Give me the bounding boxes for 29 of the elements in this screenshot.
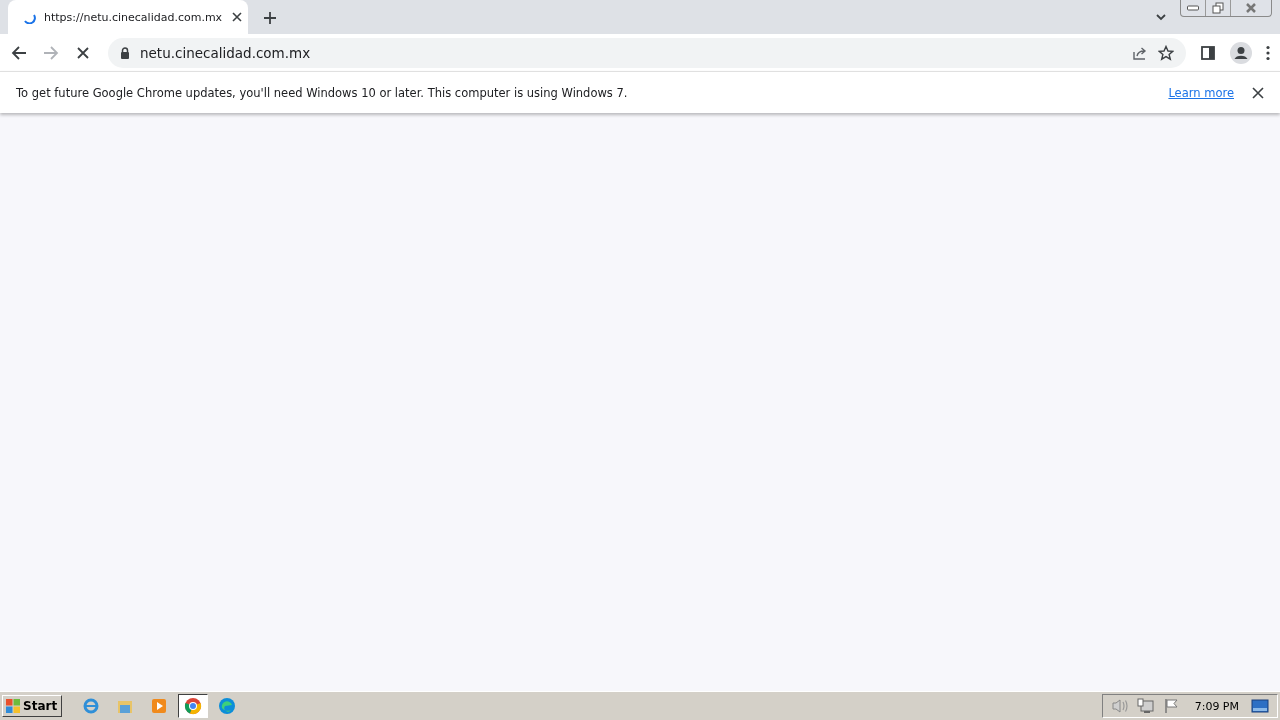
lock-icon [120, 46, 130, 59]
windows-logo-icon [5, 698, 21, 714]
flag-icon[interactable] [1162, 698, 1179, 714]
start-button[interactable]: Start [2, 695, 63, 717]
minimize-icon [1187, 5, 1199, 11]
menu-icon[interactable] [1266, 44, 1270, 61]
close-icon[interactable] [230, 10, 245, 24]
network-icon[interactable] [1136, 698, 1155, 714]
taskbar-app-button[interactable] [178, 694, 209, 718]
infobar-message: To get future Google Chrome updates, you'll need Windows 10 or later. This computer is using Windows 7. [16, 85, 629, 100]
star-icon[interactable] [1158, 44, 1174, 61]
address-bar[interactable]: netu.cinecalidad.com.mx [108, 37, 1186, 68]
edge-icon[interactable] [218, 697, 237, 715]
restore-icon [1212, 2, 1224, 14]
tab-title: https://netu.cinecalidad.com.mx [44, 10, 223, 24]
browser-tab[interactable]: https://netu.cinecalidad.com.mx [8, 0, 248, 34]
clock[interactable]: 7:09 PM [1194, 699, 1239, 713]
new-tab-icon[interactable] [262, 10, 278, 26]
profile-avatar-icon[interactable] [1230, 41, 1252, 64]
forward-arrow-icon[interactable] [42, 43, 60, 62]
ie-icon[interactable] [82, 697, 101, 715]
desktop-icon[interactable] [1251, 699, 1269, 713]
learn-more-link[interactable]: Learn more [1168, 85, 1234, 100]
close-icon [1245, 2, 1257, 14]
back-arrow-icon[interactable] [10, 43, 28, 62]
close-icon[interactable] [1252, 86, 1264, 99]
side-panel-icon[interactable] [1200, 44, 1216, 61]
chrome-icon[interactable] [184, 697, 203, 715]
media-player-icon[interactable] [150, 697, 169, 715]
